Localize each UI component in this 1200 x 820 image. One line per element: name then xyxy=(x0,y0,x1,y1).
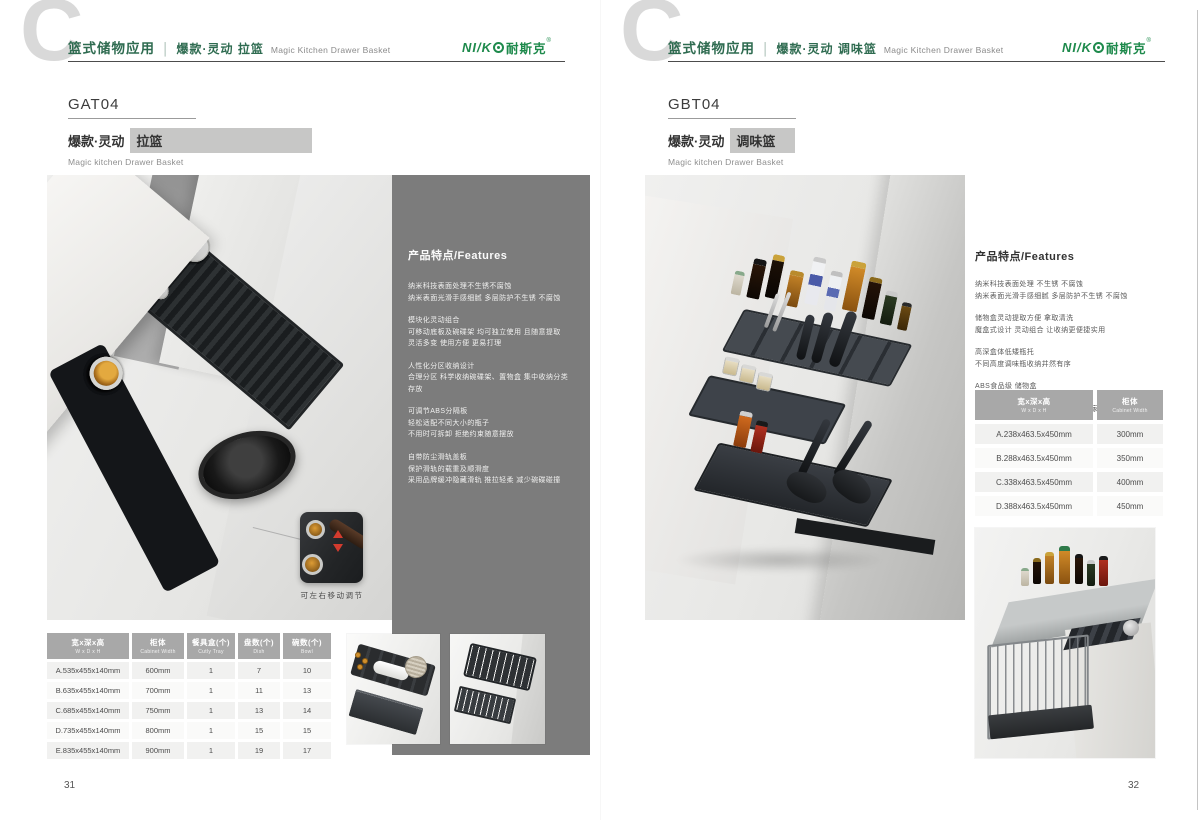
spec-cell: 350mm xyxy=(1097,448,1163,468)
left-thumb-photo-2 xyxy=(450,634,545,744)
page-number: 31 xyxy=(64,780,75,791)
header-rule xyxy=(68,61,565,62)
right-title-block: GBT04 爆款·灵动 调味篮 Magic kitchen Drawer Bas… xyxy=(668,96,796,167)
red-arrow-down-icon xyxy=(333,544,343,552)
logo-o-icon xyxy=(493,42,504,53)
spec-cell: 700mm xyxy=(132,682,184,699)
header-category: 篮式储物应用 xyxy=(668,37,755,57)
catalog-spread: C 篮式储物应用 │ 爆款·灵动 拉篮 Magic Kitchen Drawer… xyxy=(0,0,1200,820)
product-name-highlight: 调味篮 xyxy=(730,128,795,153)
spec-cell: 10 xyxy=(283,662,331,679)
header-divider: │ xyxy=(162,42,170,56)
page-edge-line xyxy=(1197,10,1199,810)
left-spec-table: 宽x深x高W x D x H 柜体Cabinet Width 餐具盒(个)Cut… xyxy=(47,633,335,759)
product-name-en: Magic kitchen Drawer Basket xyxy=(68,157,312,167)
right-main-photo xyxy=(645,175,965,620)
spec-cell: 19 xyxy=(238,742,280,759)
spec-cell: 14 xyxy=(283,702,331,719)
features-title: 产品特点/Features xyxy=(975,248,1170,264)
model-code: GAT04 xyxy=(68,96,312,113)
header-title-en: Magic Kitchen Drawer Basket xyxy=(271,45,391,55)
product-name-highlight: 拉篮 xyxy=(130,128,312,153)
spec-cell: 15 xyxy=(238,722,280,739)
model-underline xyxy=(68,118,196,119)
header-divider: │ xyxy=(762,42,770,56)
spec-cell: B.288x463.5x450mm xyxy=(975,448,1093,468)
col-header: 柜体Cabinet Width xyxy=(132,633,184,659)
spec-cell: 750mm xyxy=(132,702,184,719)
left-page: C 篮式储物应用 │ 爆款·灵动 拉篮 Magic Kitchen Drawer… xyxy=(0,0,600,820)
spec-cell: E.835x455x140mm xyxy=(47,742,129,759)
header-title-cn: 爆款·灵动 调味篮 xyxy=(777,40,877,57)
spec-cell: 1 xyxy=(187,662,235,679)
spec-cell: 7 xyxy=(238,662,280,679)
spec-cell: 900mm xyxy=(132,742,184,759)
right-spec-table: 宽x深x高W x D x H 柜体Cabinet Width A.238x463… xyxy=(975,390,1165,516)
logo-o-icon xyxy=(1093,42,1104,53)
spec-cell: C.685x455x140mm xyxy=(47,702,129,719)
spec-cell: 1 xyxy=(187,682,235,699)
center-fold-line xyxy=(600,0,601,820)
product-name: 爆款·灵动 调味篮 xyxy=(668,128,796,153)
spec-cell: 600mm xyxy=(132,662,184,679)
left-page-header: 篮式储物应用 │ 爆款·灵动 拉篮 Magic Kitchen Drawer B… xyxy=(68,37,390,57)
col-header: 餐具盒(个)Cutly Tray xyxy=(187,633,235,659)
model-underline xyxy=(668,118,796,119)
header-title-en: Magic Kitchen Drawer Basket xyxy=(884,45,1004,55)
spec-cell: 1 xyxy=(187,722,235,739)
spec-cell: A.238x463.5x450mm xyxy=(975,424,1093,444)
product-name: 爆款·灵动 拉篮 xyxy=(68,128,312,153)
product-name-en: Magic kitchen Drawer Basket xyxy=(668,157,796,167)
header-title-cn: 爆款·灵动 拉篮 xyxy=(177,40,264,57)
right-page: C 篮式储物应用 │ 爆款·灵动 调味篮 Magic Kitchen Drawe… xyxy=(600,0,1200,820)
col-header: 柜体Cabinet Width xyxy=(1097,390,1163,420)
nisko-logo: NI/K耐斯克® xyxy=(462,38,551,57)
nisko-logo: NI/K耐斯克® xyxy=(1062,38,1151,57)
header-category: 篮式储物应用 xyxy=(68,37,155,57)
spec-cell: C.338x463.5x450mm xyxy=(975,472,1093,492)
inset-caption: 可左右移动调节 xyxy=(283,590,381,601)
spec-cell: 400mm xyxy=(1097,472,1163,492)
detail-inset-photo xyxy=(300,512,363,583)
spec-cell: 15 xyxy=(283,722,331,739)
col-header: 碗数(个)Bowl xyxy=(283,633,331,659)
spec-cell: 800mm xyxy=(132,722,184,739)
spec-cell: D.735x455x140mm xyxy=(47,722,129,739)
col-header: 宽x深x高W x D x H xyxy=(47,633,129,659)
spec-cell: 11 xyxy=(238,682,280,699)
spec-cell: D.388x463.5x450mm xyxy=(975,496,1093,516)
spec-cell: 300mm xyxy=(1097,424,1163,444)
page-number: 32 xyxy=(1128,780,1139,791)
spec-cell: 1 xyxy=(187,702,235,719)
features-title: 产品特点/Features xyxy=(408,247,574,263)
spec-cell: 450mm xyxy=(1097,496,1163,516)
red-arrow-up-icon xyxy=(333,530,343,538)
col-header: 盘数(个)Dish xyxy=(238,633,280,659)
spec-cell: 13 xyxy=(283,682,331,699)
left-thumb-photo-1 xyxy=(347,634,440,744)
header-rule xyxy=(668,61,1165,62)
right-page-header: 篮式储物应用 │ 爆款·灵动 调味篮 Magic Kitchen Drawer … xyxy=(668,37,1003,57)
left-title-block: GAT04 爆款·灵动 拉篮 Magic kitchen Drawer Bask… xyxy=(68,96,312,167)
spec-cell: A.535x455x140mm xyxy=(47,662,129,679)
spec-cell: B.635x455x140mm xyxy=(47,682,129,699)
spec-cell: 1 xyxy=(187,742,235,759)
model-code: GBT04 xyxy=(668,96,796,113)
spec-cell: 17 xyxy=(283,742,331,759)
spec-cell: 13 xyxy=(238,702,280,719)
col-header: 宽x深x高W x D x H xyxy=(975,390,1093,420)
right-thumb-photo xyxy=(975,528,1155,758)
jar-frame xyxy=(48,343,220,593)
